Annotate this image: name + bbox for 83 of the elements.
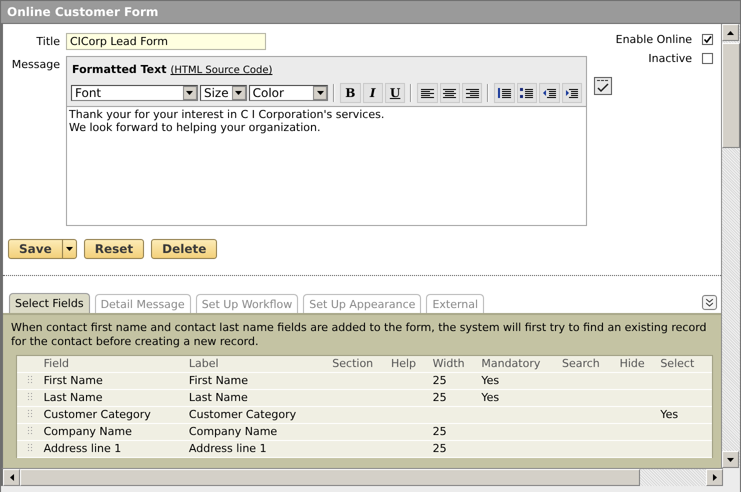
scrollbar-thumb[interactable] (722, 43, 740, 148)
field-label: Message (10, 57, 60, 71)
column-header[interactable]: Width (432, 356, 482, 372)
tab[interactable]: Set Up Appearance (303, 294, 422, 313)
left-arrow-icon (10, 474, 14, 481)
table-cell: Last Name (44, 391, 102, 404)
outdent-icon (542, 87, 556, 99)
scroll-right-button[interactable] (706, 469, 723, 486)
column-header[interactable]: Field (44, 356, 189, 372)
align-center-icon (443, 87, 456, 99)
table-cell: Yes (660, 408, 678, 421)
table-cell: 25 (432, 442, 447, 455)
bold-button[interactable]: B (340, 83, 361, 103)
right-arrow-icon (712, 474, 716, 481)
caret-icon (66, 247, 73, 251)
italic-button[interactable]: I (362, 83, 383, 103)
dropdown-arrow-icon (316, 91, 324, 95)
font-dropdown[interactable]: Font (71, 85, 198, 101)
column-header[interactable]: Label (188, 356, 332, 372)
align-center-button[interactable] (440, 83, 460, 103)
underline-button[interactable]: U (384, 83, 406, 103)
align-right-icon (466, 87, 479, 99)
scroll-left-button[interactable] (3, 469, 20, 486)
column-header[interactable]: Help (390, 356, 433, 372)
column-header[interactable]: Section (332, 356, 391, 372)
indent-icon (565, 87, 578, 99)
align-right-button[interactable] (462, 83, 482, 103)
table-cell: Company Name (44, 425, 132, 438)
title-input[interactable]: CICorp Lead Form (66, 33, 266, 50)
message-editor[interactable]: Thank your for your interest in C I Corporation's services. We look forward to helping your organization. (67, 106, 586, 225)
spellcheck-icon[interactable] (594, 77, 612, 95)
table-cell: Company Name (188, 425, 278, 438)
column-header[interactable]: Select (660, 356, 712, 372)
table-cell: 25 (432, 391, 447, 404)
window-title: Online Customer Form (1, 1, 740, 24)
table-cell: Address line 1 (44, 442, 122, 455)
save-menu-button[interactable] (62, 240, 76, 258)
tab[interactable]: Select Fields (9, 293, 90, 313)
column-header[interactable]: Search (562, 356, 620, 372)
scrollbar-thumb[interactable] (20, 469, 640, 486)
align-left-icon (420, 87, 434, 99)
color-dropdown[interactable]: Color (248, 85, 328, 101)
table-cell: Yes (481, 391, 500, 404)
table-cell: First Name (44, 374, 103, 387)
numbered-list-button[interactable] (494, 83, 515, 103)
bullet-list-icon (520, 87, 534, 99)
table-cell: 25 (432, 425, 447, 438)
up-arrow-icon (727, 30, 734, 34)
checkbox[interactable] (702, 34, 714, 45)
bullet-list-button[interactable] (516, 83, 538, 103)
editor-mode-label: Formatted Text (72, 63, 166, 76)
scroll-up-button[interactable] (722, 24, 740, 41)
outdent-button[interactable] (539, 83, 560, 103)
collapse-button[interactable] (702, 295, 718, 310)
action-button[interactable]: Reset (84, 239, 144, 259)
info-text: When contact first name and contact last name fields are added to the form, the system will first try to find an existing record for the contact before creating a new record. (10, 320, 708, 350)
down-arrow-icon (727, 458, 734, 462)
dropdown-arrow-icon (186, 91, 194, 95)
table-cell: Last Name (188, 391, 248, 404)
align-left-button[interactable] (417, 83, 438, 103)
numbered-list-icon (498, 87, 512, 99)
checkbox[interactable] (702, 53, 714, 64)
table-cell: 25 (432, 374, 447, 387)
field-label: Title (35, 34, 60, 48)
scroll-down-button[interactable] (722, 451, 740, 468)
column-header[interactable]: Mandatory (481, 356, 562, 372)
tab[interactable]: Set Up Workflow (196, 294, 298, 313)
dropdown-arrow-icon (235, 91, 242, 95)
html-source-link[interactable]: (HTML Source Code) (170, 65, 272, 76)
size-dropdown[interactable]: Size (200, 85, 247, 101)
action-button[interactable]: Delete (151, 239, 218, 259)
option-label: Enable Online (616, 33, 692, 46)
tab[interactable]: External (426, 294, 484, 313)
table-cell: Customer Category (44, 408, 151, 421)
double-chevron-icon (706, 298, 714, 306)
table-cell: First Name (188, 374, 248, 387)
option-label: Inactive (648, 52, 692, 65)
table-cell: Yes (481, 374, 500, 387)
indent-button[interactable] (562, 83, 582, 103)
table-cell: Address line 1 (188, 442, 267, 455)
tab[interactable]: Detail Message (94, 294, 191, 313)
column-header[interactable]: Hide (620, 356, 660, 372)
table-cell: Customer Category (188, 408, 296, 421)
